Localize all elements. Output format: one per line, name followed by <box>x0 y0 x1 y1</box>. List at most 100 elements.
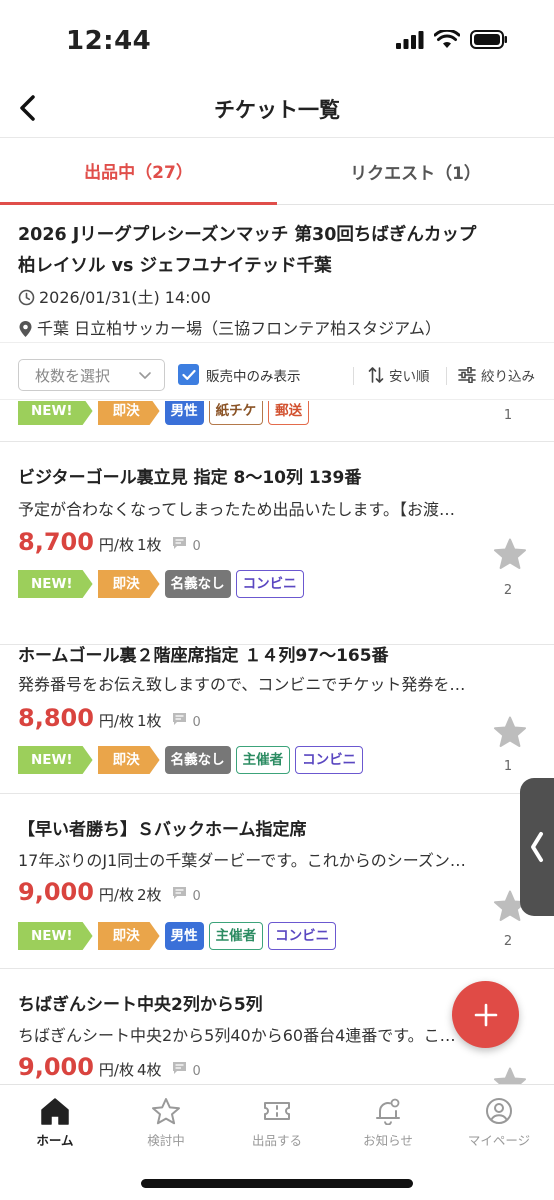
wifi-icon <box>434 30 460 48</box>
status-icons <box>396 30 508 49</box>
tabbar-item-mypage[interactable]: マイページ <box>444 1085 554 1155</box>
price-unit: 円/枚 <box>98 712 134 730</box>
tabbar-item-home[interactable]: ホーム <box>0 1085 110 1155</box>
listing-quantity: 1枚 <box>136 536 162 554</box>
listing-price-row: 9,000 円/枚 2枚 0 <box>18 878 201 906</box>
listing-tags: NEW! 即決 男性 主催者 コンビニ <box>18 922 337 950</box>
comment-icon <box>172 536 187 550</box>
sort-arrows-icon <box>368 367 384 383</box>
no-name-tag: 名義なし <box>164 570 231 598</box>
quantity-select-placeholder: 枚数を選択 <box>35 366 111 385</box>
male-tag: 男性 <box>164 922 204 950</box>
listing-quantity: 2枚 <box>136 886 162 904</box>
listing-description: 17年ぶりのJ1同士の千葉ダービーです。これからのシーズン… <box>18 851 466 870</box>
price-unit: 円/枚 <box>98 536 134 554</box>
favorite-count: 1 <box>503 759 513 774</box>
clock-icon <box>18 289 35 306</box>
favorite-count: 2 <box>503 583 513 598</box>
ticket-listing[interactable]: NEW! 即決 男性 紙チケ 郵送 1 <box>0 401 554 442</box>
mail-delivery-tag: 郵送 <box>268 401 310 425</box>
favorite-count: 1 <box>503 408 513 423</box>
ticket-listing[interactable]: ビジターゴール裏立見 指定 8〜10列 139番 予定が合わなくなってしまったた… <box>0 443 554 645</box>
listing-tabs: 出品中（27） リクエスト（1） <box>0 138 554 205</box>
comment-icon <box>172 1061 187 1075</box>
new-tag: NEW! <box>18 401 93 425</box>
filter-button[interactable]: 絞り込み <box>458 365 535 385</box>
side-drawer-handle[interactable] <box>520 778 554 916</box>
listing-tags: NEW! 即決 名義なし 主催者 コンビニ <box>18 746 364 774</box>
new-tag: NEW! <box>18 922 93 950</box>
favorite-star-icon[interactable] <box>493 538 527 570</box>
location-pin-icon <box>19 320 32 337</box>
comment-count: 0 <box>192 1064 201 1079</box>
sort-label: 安い順 <box>389 369 430 385</box>
event-datetime: 2026/01/31(土) 14:00 <box>39 288 211 307</box>
ticket-listing[interactable]: 【早い者勝ち】Ｓバックホーム指定席 17年ぶりのJ1同士の千葉ダービーです。これ… <box>0 795 554 969</box>
instant-buy-tag: 即決 <box>98 570 160 598</box>
sliders-icon <box>458 367 476 383</box>
divider <box>446 367 447 385</box>
event-venue-row: 千葉 日立柏サッカー場（三協フロンテア柏スタジアム） <box>18 313 536 344</box>
no-name-tag: 名義なし <box>164 746 231 774</box>
instant-buy-tag: 即決 <box>98 401 160 425</box>
comment-icon <box>172 712 187 726</box>
tabbar-item-sell[interactable]: 出品する <box>222 1085 332 1155</box>
ticket-icon <box>264 1102 290 1120</box>
user-icon <box>486 1098 512 1124</box>
convenience-store-tag: コンビニ <box>235 570 304 598</box>
tabbar-label: 検討中 <box>147 1133 185 1148</box>
on-sale-only-checkbox[interactable] <box>178 364 199 385</box>
paper-ticket-tag: 紙チケ <box>208 401 264 425</box>
listing-price-row: 8,800 円/枚 1枚 0 <box>18 704 201 732</box>
comment-count: 0 <box>192 539 201 554</box>
instant-buy-tag: 即決 <box>98 922 160 950</box>
price-unit: 円/枚 <box>98 1061 134 1079</box>
quantity-select[interactable]: 枚数を選択 <box>18 359 165 391</box>
listing-price: 8,800 <box>18 704 94 732</box>
listing-price: 9,000 <box>18 1053 94 1081</box>
checkmark-icon <box>181 369 196 380</box>
favorite-star-icon[interactable] <box>493 1067 527 1084</box>
price-unit: 円/枚 <box>98 886 134 904</box>
sort-button[interactable]: 安い順 <box>368 365 430 385</box>
tabbar-item-watchlist[interactable]: 検討中 <box>111 1085 221 1155</box>
cellular-signal-icon <box>396 30 424 49</box>
tab-listed[interactable]: 出品中（27） <box>0 138 277 205</box>
navigation-bar: チケット一覧 <box>0 80 554 138</box>
ticket-listing[interactable]: ホームゴール裏２階座席指定 １４列97〜165番 発券番号をお伝え致しますので、… <box>0 646 554 794</box>
battery-icon <box>470 30 507 49</box>
tabbar-item-notifications[interactable]: お知らせ <box>333 1085 443 1155</box>
tabbar-label: ホーム <box>36 1133 74 1148</box>
add-listing-button[interactable] <box>452 981 519 1048</box>
ticket-list: NEW! 即決 男性 紙チケ 郵送 1 ビジターゴール裏立見 指定 8〜10列 … <box>0 401 554 1084</box>
home-icon <box>41 1098 69 1125</box>
convenience-store-tag: コンビニ <box>268 922 337 950</box>
filter-label: 絞り込み <box>481 369 535 385</box>
organizer-tag: 主催者 <box>235 746 291 774</box>
on-sale-only-toggle[interactable]: 販売中のみ表示 <box>178 364 301 385</box>
home-indicator <box>141 1179 413 1188</box>
on-sale-only-label: 販売中のみ表示 <box>206 368 301 385</box>
chevron-left-icon <box>531 832 543 862</box>
listing-quantity: 1枚 <box>136 712 162 730</box>
favorite-count: 2 <box>503 934 513 949</box>
bottom-tab-bar: ホーム 検討中 出品する お知らせ マイページ <box>0 1084 554 1200</box>
event-venue: 千葉 日立柏サッカー場（三協フロンテア柏スタジアム） <box>37 319 441 338</box>
listing-title: 【早い者勝ち】Ｓバックホーム指定席 <box>18 820 307 840</box>
listing-price: 8,700 <box>18 528 94 556</box>
bell-icon <box>376 1098 400 1125</box>
listing-price-row: 9,000 円/枚 4枚 0 <box>18 1053 201 1081</box>
listing-title: ちばぎんシート中央2列から5列 <box>18 995 263 1015</box>
listing-price: 9,000 <box>18 878 94 906</box>
listing-description: 予定が合わなくなってしまったため出品いたします。【お渡… <box>18 500 455 519</box>
status-time: 12:44 <box>66 26 152 56</box>
tab-requests[interactable]: リクエスト（1） <box>277 138 554 205</box>
convenience-store-tag: コンビニ <box>295 746 364 774</box>
listing-price-row: 8,700 円/枚 1枚 0 <box>18 528 201 556</box>
listing-tags: NEW! 即決 名義なし コンビニ <box>18 570 304 598</box>
event-title-line2: 柏レイソル vs ジェフユナイテッド千葉 <box>18 256 332 276</box>
event-title-line1: 2026 Jリーグプレシーズンマッチ 第30回ちばぎんカップ <box>18 225 477 245</box>
comment-count: 0 <box>192 715 201 730</box>
listing-title: ホームゴール裏２階座席指定 １４列97〜165番 <box>18 646 389 666</box>
favorite-star-icon[interactable] <box>493 716 527 748</box>
